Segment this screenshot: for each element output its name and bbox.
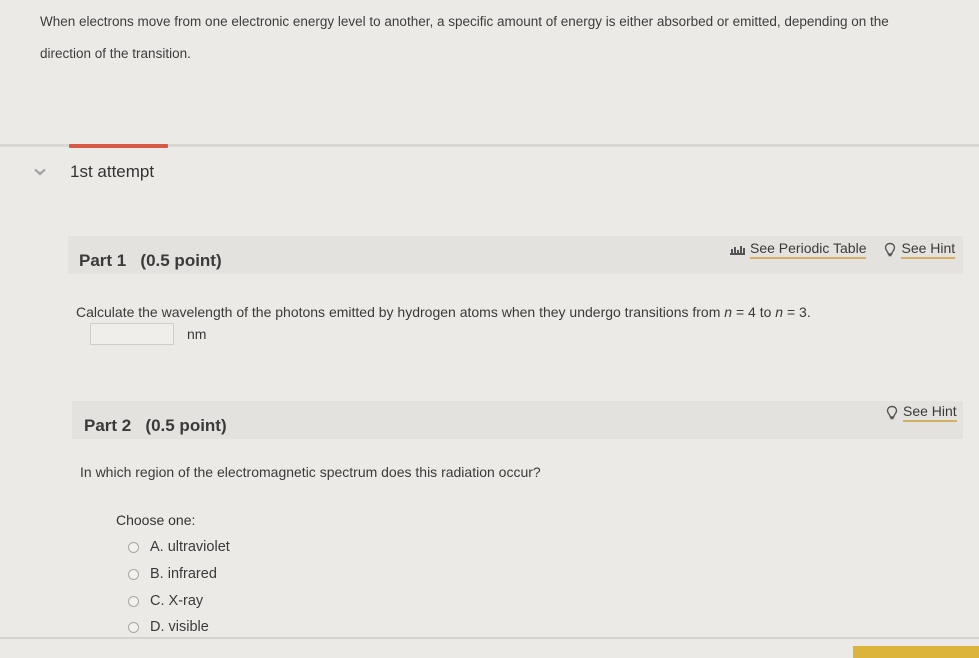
n-variable: n [724,304,733,320]
option-label: D. visible [150,619,209,635]
option-ultraviolet[interactable]: A. ultraviolet [128,539,230,555]
part1-title: Part 1 (0.5 point) [79,251,222,270]
n-value-final: = 3. [783,304,811,320]
lightbulb-icon [886,405,898,421]
n-variable: n [775,304,784,320]
wavelength-answer-input[interactable] [90,323,174,345]
bottom-divider [0,637,979,639]
attempt-label: 1st attempt [70,162,155,181]
problem-intro: When electrons move from one electronic … [40,14,889,61]
radio-button[interactable] [128,621,139,633]
part1-see-hint-link[interactable]: See Hint [884,240,956,259]
option-label: B. infrared [150,566,217,582]
part1-tools: See Periodic Table See Hint [730,240,956,259]
part2-tools: See Hint [886,403,957,422]
attempt-toggle[interactable]: 1st attempt [34,162,154,182]
choose-one-label: Choose one: [116,512,196,528]
option-visible[interactable]: D. visible [128,619,209,635]
active-attempt-indicator [69,144,168,148]
part2-see-hint-label[interactable]: See Hint [903,403,957,422]
part2-see-hint-link[interactable]: See Hint [886,403,957,422]
see-periodic-table-label[interactable]: See Periodic Table [750,240,867,259]
part1-see-hint-label[interactable]: See Hint [901,240,956,259]
submit-button-partial[interactable] [853,646,979,658]
option-label: A. ultraviolet [150,539,230,555]
part1-question: Calculate the wavelength of the photons … [76,304,811,320]
chevron-down-icon[interactable] [34,166,46,178]
radio-button[interactable] [128,568,139,580]
radio-button[interactable] [128,541,139,553]
part1-question-text: Calculate the wavelength of the photons … [76,304,725,320]
part2-title: Part 2 (0.5 point) [84,416,227,435]
option-infrared[interactable]: B. infrared [128,566,217,582]
lightbulb-icon [884,242,896,258]
option-label: C. X-ray [150,593,204,609]
radio-button[interactable] [128,595,139,607]
option-x-ray[interactable]: C. X-ray [128,593,203,609]
n-value-initial: = 4 to [732,304,776,320]
unit-label: nm [187,326,207,342]
part2-question: In which region of the electromagnetic s… [80,464,541,480]
see-periodic-table-link[interactable]: See Periodic Table [730,240,867,259]
periodic-table-icon [730,244,745,256]
